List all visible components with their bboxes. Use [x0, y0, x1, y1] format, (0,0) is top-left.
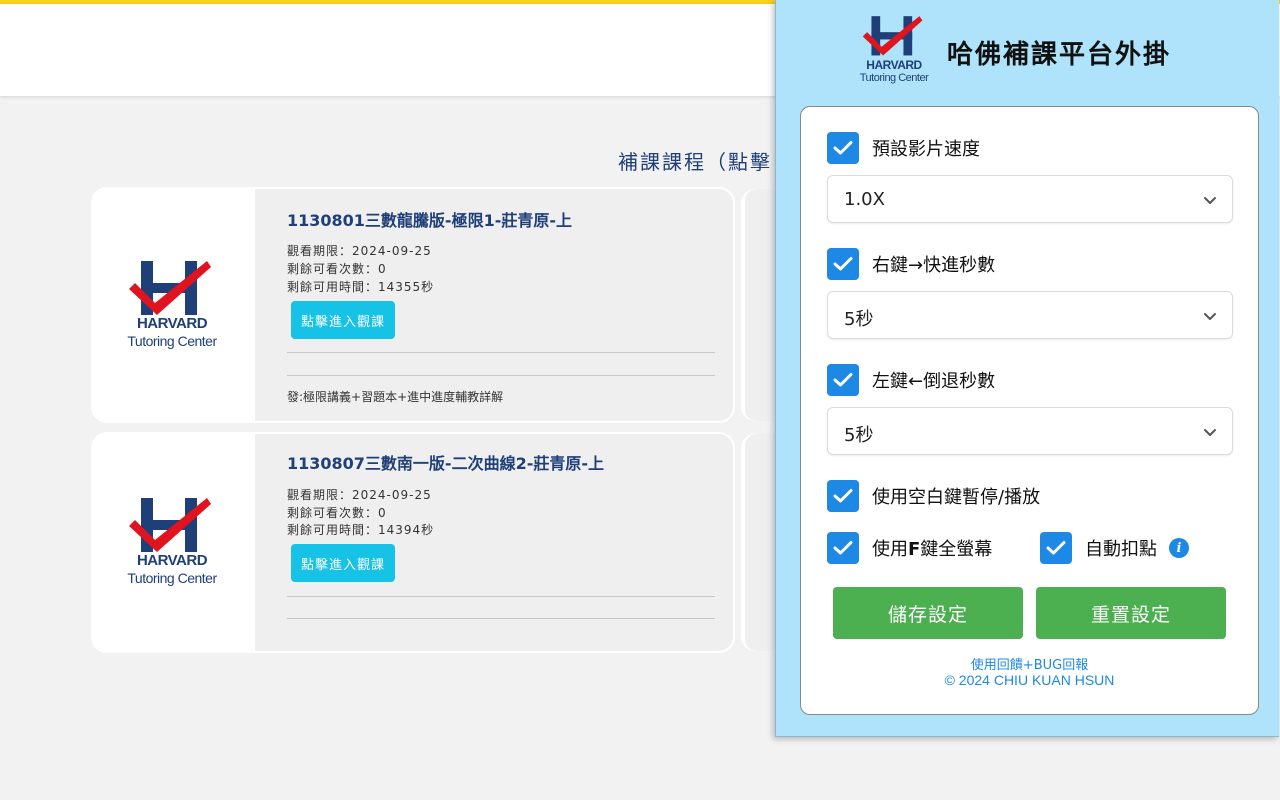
backward-checkbox[interactable] — [827, 364, 859, 396]
course-card: HARVARD Tutoring Center 1130801三數龍騰版-極限1… — [93, 189, 733, 421]
info-icon[interactable]: i — [1169, 538, 1189, 558]
divider — [287, 618, 715, 619]
forward-label: 右鍵→快進秒數 — [872, 255, 996, 276]
harvard-logo: HARVARD Tutoring Center — [93, 189, 255, 421]
forward-checkbox-row[interactable]: 右鍵→快進秒數 — [827, 248, 995, 280]
check-icon — [833, 257, 853, 271]
fullscreen-label: 使用F鍵全螢幕 — [872, 535, 992, 561]
backward-value: 5秒 — [844, 425, 874, 446]
check-icon — [833, 541, 853, 555]
harvard-check-icon — [129, 261, 211, 315]
reset-settings-button[interactable]: 重置設定 — [1036, 587, 1226, 639]
divider — [287, 375, 715, 376]
check-icon — [833, 489, 853, 503]
enter-course-button[interactable]: 點擊進入觀課 — [291, 301, 396, 339]
forward-select[interactable]: 5秒 — [827, 291, 1233, 339]
extension-popup: HARVARD Tutoring Center 哈佛補課平台外掛 預設影片速度 … — [775, 0, 1279, 737]
divider — [287, 596, 715, 597]
copyright: © 2024 CHIU KUAN HSUN — [944, 672, 1115, 688]
logo-word: HARVARD — [136, 315, 208, 332]
course-title: 1130801三數龍騰版-極限1-莊青原-上 — [287, 211, 572, 230]
logo-word: HARVARD — [866, 58, 922, 72]
fullscreen-label-key: F — [908, 539, 921, 560]
auto-deduct-checkbox-row[interactable]: 自動扣點 i — [1040, 532, 1189, 564]
fullscreen-label-prefix: 使用 — [872, 539, 908, 560]
course-remaining-time: 剩餘可用時間：14355秒 — [287, 280, 435, 294]
section-title: 補課課程（點擊 — [618, 150, 772, 174]
check-icon — [1046, 541, 1066, 555]
speed-value: 1.0X — [844, 189, 885, 210]
course-remaining-views: 剩餘可看次數：0 — [287, 506, 387, 520]
harvard-logo-mark: HARVARD Tutoring Center — [117, 259, 227, 355]
chevron-down-icon — [1204, 197, 1216, 204]
course-title: 1130807三數南一版-二次曲線2-莊青原-上 — [287, 454, 604, 473]
course-note: 發:極限講義+習題本+進中進度輔教詳解 — [287, 390, 504, 404]
speed-label: 預設影片速度 — [872, 139, 980, 160]
fullscreen-checkbox[interactable] — [827, 532, 859, 564]
fullscreen-checkbox-row[interactable]: 使用F鍵全螢幕 — [827, 532, 992, 564]
check-icon — [833, 373, 853, 387]
save-settings-button[interactable]: 儲存設定 — [833, 587, 1023, 639]
backward-checkbox-row[interactable]: 左鍵←倒退秒數 — [827, 364, 995, 396]
course-details: 1130801三數龍騰版-極限1-莊青原-上 觀看期限：2024-09-25 剩… — [255, 189, 733, 421]
chevron-down-icon — [1204, 313, 1216, 320]
forward-value: 5秒 — [844, 309, 874, 330]
harvard-check-icon — [129, 498, 211, 552]
check-icon — [833, 141, 853, 155]
divider — [287, 352, 715, 353]
course-card: HARVARD Tutoring Center 1130807三數南一版-二次曲… — [93, 434, 733, 651]
logo-word: HARVARD — [136, 552, 208, 569]
space-label: 使用空白鍵暫停/播放 — [872, 487, 1041, 508]
space-checkbox-row[interactable]: 使用空白鍵暫停/播放 — [827, 480, 1040, 512]
course-deadline: 觀看期限：2024-09-25 — [287, 488, 432, 502]
settings-panel: 預設影片速度 1.0X 右鍵→快進秒數 5秒 左鍵←倒退秒數 5秒 使用空白鍵暫… — [800, 106, 1259, 715]
chevron-down-icon — [1204, 429, 1216, 436]
harvard-logo-mark: HARVARD Tutoring Center — [117, 496, 227, 592]
course-details: 1130807三數南一版-二次曲線2-莊青原-上 觀看期限：2024-09-25… — [255, 434, 733, 651]
logo-subtitle: Tutoring Center — [859, 72, 929, 84]
enter-course-button[interactable]: 點擊進入觀課 — [291, 544, 396, 582]
course-remaining-views: 剩餘可看次數：0 — [287, 262, 387, 276]
course-deadline: 觀看期限：2024-09-25 — [287, 244, 432, 258]
course-remaining-time: 剩餘可用時間：14394秒 — [287, 523, 435, 537]
auto-deduct-checkbox[interactable] — [1040, 532, 1072, 564]
speed-checkbox-row[interactable]: 預設影片速度 — [827, 132, 980, 164]
backward-select[interactable]: 5秒 — [827, 407, 1233, 455]
fullscreen-label-suffix: 鍵全螢幕 — [920, 539, 993, 560]
space-checkbox[interactable] — [827, 480, 859, 512]
backward-label: 左鍵←倒退秒數 — [872, 371, 996, 392]
auto-deduct-label: 自動扣點 — [1085, 539, 1157, 560]
popup-harvard-logo: HARVARD Tutoring Center — [854, 14, 934, 88]
speed-checkbox[interactable] — [827, 132, 859, 164]
speed-select[interactable]: 1.0X — [827, 175, 1233, 223]
harvard-logo: HARVARD Tutoring Center — [93, 434, 255, 651]
logo-subtitle: Tutoring Center — [127, 570, 217, 586]
popup-title: 哈佛補課平台外掛 — [947, 40, 1172, 70]
feedback-link[interactable]: 使用回饋+BUG回報 — [801, 654, 1258, 673]
forward-checkbox[interactable] — [827, 248, 859, 280]
harvard-check-icon — [862, 16, 923, 56]
logo-subtitle: Tutoring Center — [127, 333, 217, 349]
